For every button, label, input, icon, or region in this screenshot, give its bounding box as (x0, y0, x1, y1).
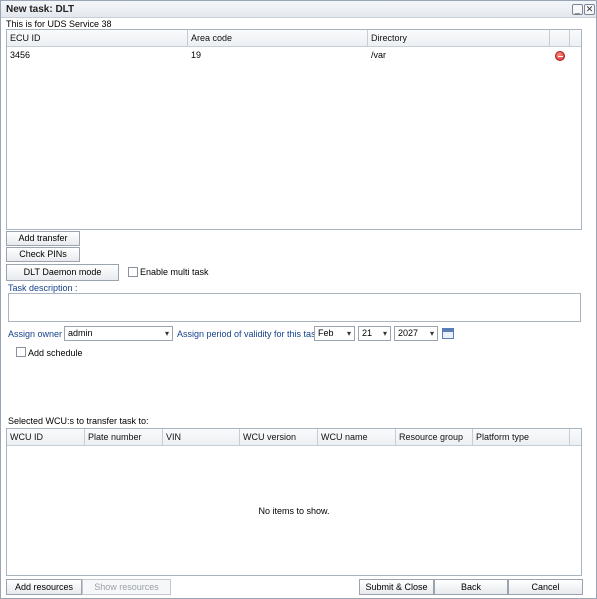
cancel-button[interactable]: Cancel (508, 579, 583, 595)
dialog-subtitle: This is for UDS Service 38 (6, 19, 112, 29)
title-bar[interactable]: New task: DLT _ ✕ (1, 1, 596, 18)
show-resources-button: Show resources (82, 579, 171, 595)
back-button[interactable]: Back (434, 579, 508, 595)
column-header-area-code[interactable]: Area code (188, 30, 368, 46)
chevron-down-icon: ▾ (382, 329, 387, 338)
add-schedule-label: Add schedule (28, 348, 83, 358)
column-header-vin[interactable]: VIN (163, 429, 240, 445)
chevron-down-icon: ▾ (429, 329, 434, 338)
cell-ecu-id: 3456 (10, 50, 31, 60)
add-resources-button[interactable]: Add resources (6, 579, 82, 595)
selected-wcu-label: Selected WCU:s to transfer task to: (8, 416, 149, 426)
cell-directory: /var (371, 50, 387, 60)
transfers-grid-header: ECU ID Area code Directory (7, 30, 581, 47)
validity-label: Assign period of validity for this task … (177, 329, 326, 339)
dialog-title: New task: DLT (6, 4, 75, 15)
task-description-field[interactable] (8, 293, 581, 322)
task-description-label: Task description : (8, 283, 78, 293)
column-header-platform-type[interactable]: Platform type (473, 429, 570, 445)
remove-row-icon[interactable] (555, 51, 565, 61)
calendar-icon[interactable] (442, 328, 454, 339)
assign-owner-select[interactable]: admin ▾ (64, 326, 173, 341)
wcu-grid: WCU ID Plate number VIN WCU version WCU … (6, 428, 582, 576)
validity-month-value: Feb (318, 328, 334, 338)
column-header-wcu-name[interactable]: WCU name (318, 429, 396, 445)
column-header-ecu-id[interactable]: ECU ID (7, 30, 188, 46)
dlt-daemon-mode-button[interactable]: DLT Daemon mode (6, 264, 119, 281)
wcu-grid-header: WCU ID Plate number VIN WCU version WCU … (7, 429, 581, 446)
submit-close-button[interactable]: Submit & Close (359, 579, 434, 595)
validity-year-value: 2027 (398, 328, 419, 338)
add-transfer-button[interactable]: Add transfer (6, 231, 80, 246)
empty-state-text: No items to show. (258, 506, 330, 516)
column-header-scroll-spacer (570, 30, 582, 46)
transfers-grid: ECU ID Area code Directory 3456 19 /var (6, 29, 582, 230)
task-dialog: New task: DLT _ ✕ This is for UDS Servic… (0, 0, 597, 599)
column-header-scroll-spacer (570, 429, 582, 445)
validity-month-select[interactable]: Feb ▾ (314, 326, 355, 341)
minimize-icon[interactable]: _ (572, 4, 583, 15)
add-schedule-checkbox[interactable] (16, 347, 26, 357)
validity-day-value: 21 (362, 328, 373, 338)
chevron-down-icon: ▾ (346, 329, 351, 338)
enable-multi-task-checkbox[interactable] (128, 267, 138, 277)
validity-day-select[interactable]: 21 ▾ (358, 326, 391, 341)
column-header-wcu-version[interactable]: WCU version (240, 429, 318, 445)
column-header-resource-group[interactable]: Resource group (396, 429, 473, 445)
cell-area-code: 19 (191, 50, 202, 60)
check-pins-button[interactable]: Check PINs (6, 247, 80, 262)
column-header-plate-number[interactable]: Plate number (85, 429, 163, 445)
close-icon[interactable]: ✕ (584, 4, 595, 15)
validity-year-select[interactable]: 2027 ▾ (394, 326, 438, 341)
table-row[interactable]: 3456 19 /var (7, 48, 581, 62)
assign-owner-value: admin (68, 328, 93, 338)
column-header-actions (550, 30, 570, 46)
assign-owner-label: Assign owner : (8, 329, 68, 339)
column-header-wcu-id[interactable]: WCU ID (7, 429, 85, 445)
column-header-directory[interactable]: Directory (368, 30, 550, 46)
chevron-down-icon: ▾ (164, 329, 169, 338)
enable-multi-task-label: Enable multi task (140, 267, 209, 277)
